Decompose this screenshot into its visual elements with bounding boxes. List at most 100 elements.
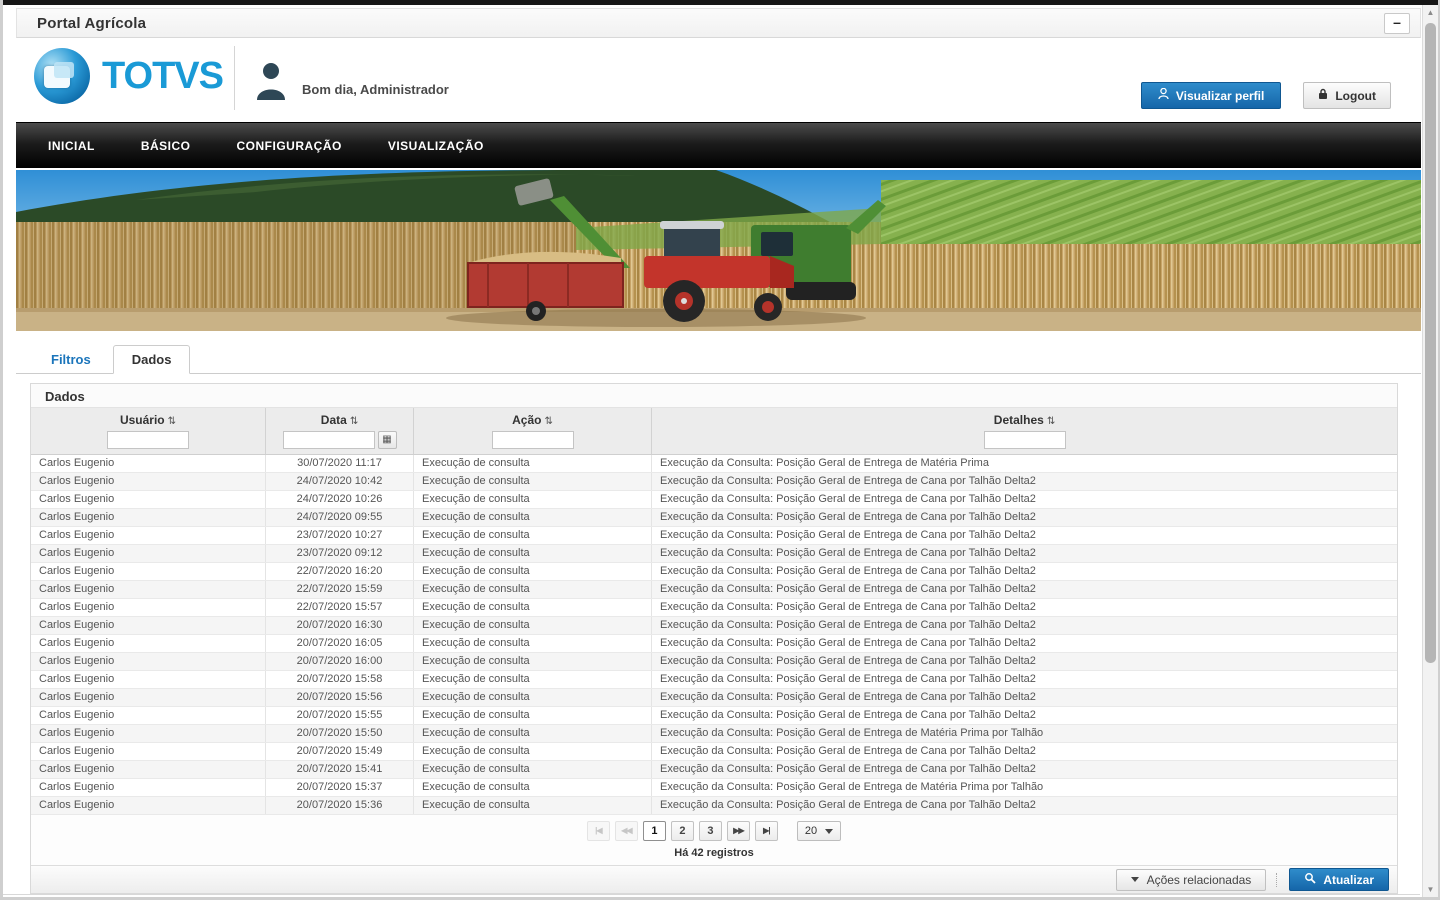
page-prev-button[interactable]: ◀◀ [615,821,638,841]
titlebar: Portal Agrícola – [16,8,1421,38]
cell-action: Execução de consulta [414,689,652,706]
cell-action: Execução de consulta [414,455,652,472]
tab-dados[interactable]: Dados [113,345,191,374]
table-row[interactable]: Carlos Eugenio22/07/2020 15:59Execução d… [31,581,1397,599]
table-row[interactable]: Carlos Eugenio22/07/2020 16:20Execução d… [31,563,1397,581]
page-size-select[interactable]: 20 [797,821,841,841]
sort-icon[interactable]: ⇅ [544,416,552,427]
table-row[interactable]: Carlos Eugenio20/07/2020 15:36Execução d… [31,797,1397,815]
refresh-label: Atualizar [1323,873,1374,887]
page-size-value: 20 [805,825,817,837]
cell-details: Execução da Consulta: Posição Geral de E… [652,491,1397,508]
cell-date: 20/07/2020 15:41 [266,761,414,778]
column-header-acao[interactable]: Ação [512,413,541,427]
table-row[interactable]: Carlos Eugenio24/07/2020 10:26Execução d… [31,491,1397,509]
page-button-2[interactable]: 2 [671,821,694,841]
cell-date: 24/07/2020 10:26 [266,491,414,508]
column-header-usuario[interactable]: Usuário [120,413,165,427]
table-row[interactable]: Carlos Eugenio20/07/2020 15:50Execução d… [31,725,1397,743]
scroll-up-icon[interactable]: ▲ [1423,5,1438,20]
nav-item-visualizacao[interactable]: VISUALIZAÇÃO [374,139,498,153]
sort-icon[interactable]: ⇅ [1047,416,1055,427]
cell-user: Carlos Eugenio [31,797,266,814]
nav-item-basico[interactable]: BÁSICO [127,139,205,153]
filter-usuario-input[interactable] [107,431,189,449]
calendar-icon[interactable]: ▦ [378,431,397,449]
cell-action: Execução de consulta [414,779,652,796]
logout-button[interactable]: Logout [1303,82,1391,109]
page-first-button[interactable]: |◀ [587,821,610,841]
banner-image [16,168,1421,331]
column-header-detalhes[interactable]: Detalhes [994,413,1044,427]
table-row[interactable]: Carlos Eugenio20/07/2020 16:05Execução d… [31,635,1397,653]
cell-date: 20/07/2020 15:36 [266,797,414,814]
cell-user: Carlos Eugenio [31,617,266,634]
panel-title: Dados [31,384,1397,408]
table-row[interactable]: Carlos Eugenio20/07/2020 15:37Execução d… [31,779,1397,797]
chevron-down-icon [825,829,833,834]
table-row[interactable]: Carlos Eugenio24/07/2020 10:42Execução d… [31,473,1397,491]
table-row[interactable]: Carlos Eugenio20/07/2020 15:41Execução d… [31,761,1397,779]
lock-icon [1318,88,1328,103]
nav-item-configuracao[interactable]: CONFIGURAÇÃO [223,139,356,153]
cell-date: 24/07/2020 10:42 [266,473,414,490]
greeting-text: Bom dia, Administrador [302,68,449,97]
table-row[interactable]: Carlos Eugenio20/07/2020 15:49Execução d… [31,743,1397,761]
table-row[interactable]: Carlos Eugenio20/07/2020 16:30Execução d… [31,617,1397,635]
sort-icon[interactable]: ⇅ [168,416,176,427]
cell-details: Execução da Consulta: Posição Geral de E… [652,617,1397,634]
view-profile-button[interactable]: Visualizar perfil [1141,82,1281,109]
tab-filtros[interactable]: Filtros [33,346,109,373]
cell-action: Execução de consulta [414,563,652,580]
table-row[interactable]: Carlos Eugenio24/07/2020 09:55Execução d… [31,509,1397,527]
filter-data-input[interactable] [283,431,375,449]
cell-date: 22/07/2020 15:59 [266,581,414,598]
cell-action: Execução de consulta [414,581,652,598]
cell-user: Carlos Eugenio [31,761,266,778]
vertical-scrollbar[interactable]: ▲ ▼ [1422,5,1438,897]
cell-action: Execução de consulta [414,527,652,544]
cell-action: Execução de consulta [414,797,652,814]
table-body: Carlos Eugenio30/07/2020 11:17Execução d… [31,455,1397,815]
table-row[interactable]: Carlos Eugenio22/07/2020 15:57Execução d… [31,599,1397,617]
logout-label: Logout [1335,89,1376,103]
table-row[interactable]: Carlos Eugenio20/07/2020 15:56Execução d… [31,689,1397,707]
column-header-data[interactable]: Data [321,413,347,427]
cell-details: Execução da Consulta: Posição Geral de E… [652,635,1397,652]
user-avatar-icon [254,60,288,105]
cell-details: Execução da Consulta: Posição Geral de E… [652,473,1397,490]
cell-action: Execução de consulta [414,635,652,652]
table-row[interactable]: Carlos Eugenio20/07/2020 15:55Execução d… [31,707,1397,725]
related-actions-button[interactable]: Ações relacionadas [1116,869,1267,891]
page-button-1[interactable]: 1 [643,821,666,841]
cell-date: 20/07/2020 15:37 [266,779,414,796]
nav-item-inicial[interactable]: INICIAL [34,139,109,153]
page-button-3[interactable]: 3 [699,821,722,841]
person-icon [1158,88,1169,103]
filter-detalhes-input[interactable] [984,431,1066,449]
scroll-down-icon[interactable]: ▼ [1423,882,1438,897]
dados-panel: Dados Usuário⇅ Data⇅ ▦ [30,383,1398,894]
refresh-button[interactable]: Atualizar [1289,868,1389,891]
cell-user: Carlos Eugenio [31,545,266,562]
cell-action: Execução de consulta [414,491,652,508]
minimize-button[interactable]: – [1384,13,1410,34]
page-next-button[interactable]: ▶▶ [727,821,750,841]
table-row[interactable]: Carlos Eugenio23/07/2020 09:12Execução d… [31,545,1397,563]
cell-action: Execução de consulta [414,743,652,760]
cell-user: Carlos Eugenio [31,689,266,706]
scrollbar-thumb[interactable] [1425,23,1436,663]
table-row[interactable]: Carlos Eugenio20/07/2020 15:58Execução d… [31,671,1397,689]
table-row[interactable]: Carlos Eugenio20/07/2020 16:00Execução d… [31,653,1397,671]
table-row[interactable]: Carlos Eugenio30/07/2020 11:17Execução d… [31,455,1397,473]
page-last-button[interactable]: ▶| [755,821,778,841]
cell-user: Carlos Eugenio [31,671,266,688]
pagination: |◀ ◀◀ 123 ▶▶ ▶| 20 [31,815,1397,843]
cell-user: Carlos Eugenio [31,563,266,580]
cell-date: 23/07/2020 09:12 [266,545,414,562]
filter-acao-input[interactable] [492,431,574,449]
page-title: Portal Agrícola [17,9,1420,32]
cell-date: 22/07/2020 16:20 [266,563,414,580]
sort-icon[interactable]: ⇅ [350,416,358,427]
table-row[interactable]: Carlos Eugenio23/07/2020 10:27Execução d… [31,527,1397,545]
